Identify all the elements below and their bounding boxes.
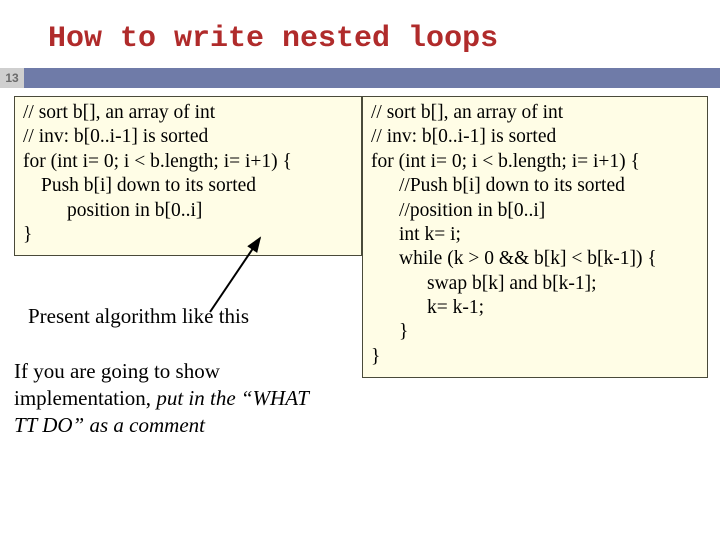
slide-number: 13 — [0, 68, 24, 88]
code-line: for (int i= 0; i < b.length; i= i+1) { — [23, 150, 355, 174]
code-line: swap b[k] and b[k-1]; — [371, 272, 701, 296]
page-bar: 13 — [0, 68, 720, 88]
code-line: position in b[0..i] — [23, 199, 355, 223]
slide-title: How to write nested loops — [0, 0, 720, 68]
code-line: // sort b[], an array of int — [23, 101, 355, 125]
code-line: // sort b[], an array of int — [371, 101, 701, 125]
code-line: int k= i; — [371, 223, 701, 247]
code-box-left: // sort b[], an array of int // inv: b[0… — [14, 96, 362, 256]
code-line: // inv: b[0..i-1] is sorted — [371, 125, 701, 149]
code-line: } — [23, 223, 355, 247]
code-box-right: // sort b[], an array of int // inv: b[0… — [362, 96, 708, 378]
code-line: //position in b[0..i] — [371, 199, 701, 223]
code-line: Push b[i] down to its sorted — [23, 174, 355, 198]
caption-present-algorithm: Present algorithm like this — [28, 304, 249, 329]
code-line: } — [371, 345, 701, 369]
code-line: } — [371, 320, 701, 344]
code-line: k= k-1; — [371, 296, 701, 320]
page-bar-fill — [24, 68, 720, 88]
code-line: for (int i= 0; i < b.length; i= i+1) { — [371, 150, 701, 174]
code-line: // inv: b[0..i-1] is sorted — [23, 125, 355, 149]
caption-implementation-note: If you are going to show implementation,… — [14, 358, 334, 439]
code-line: //Push b[i] down to its sorted — [371, 174, 701, 198]
code-line: while (k > 0 && b[k] < b[k-1]) { — [371, 247, 701, 271]
